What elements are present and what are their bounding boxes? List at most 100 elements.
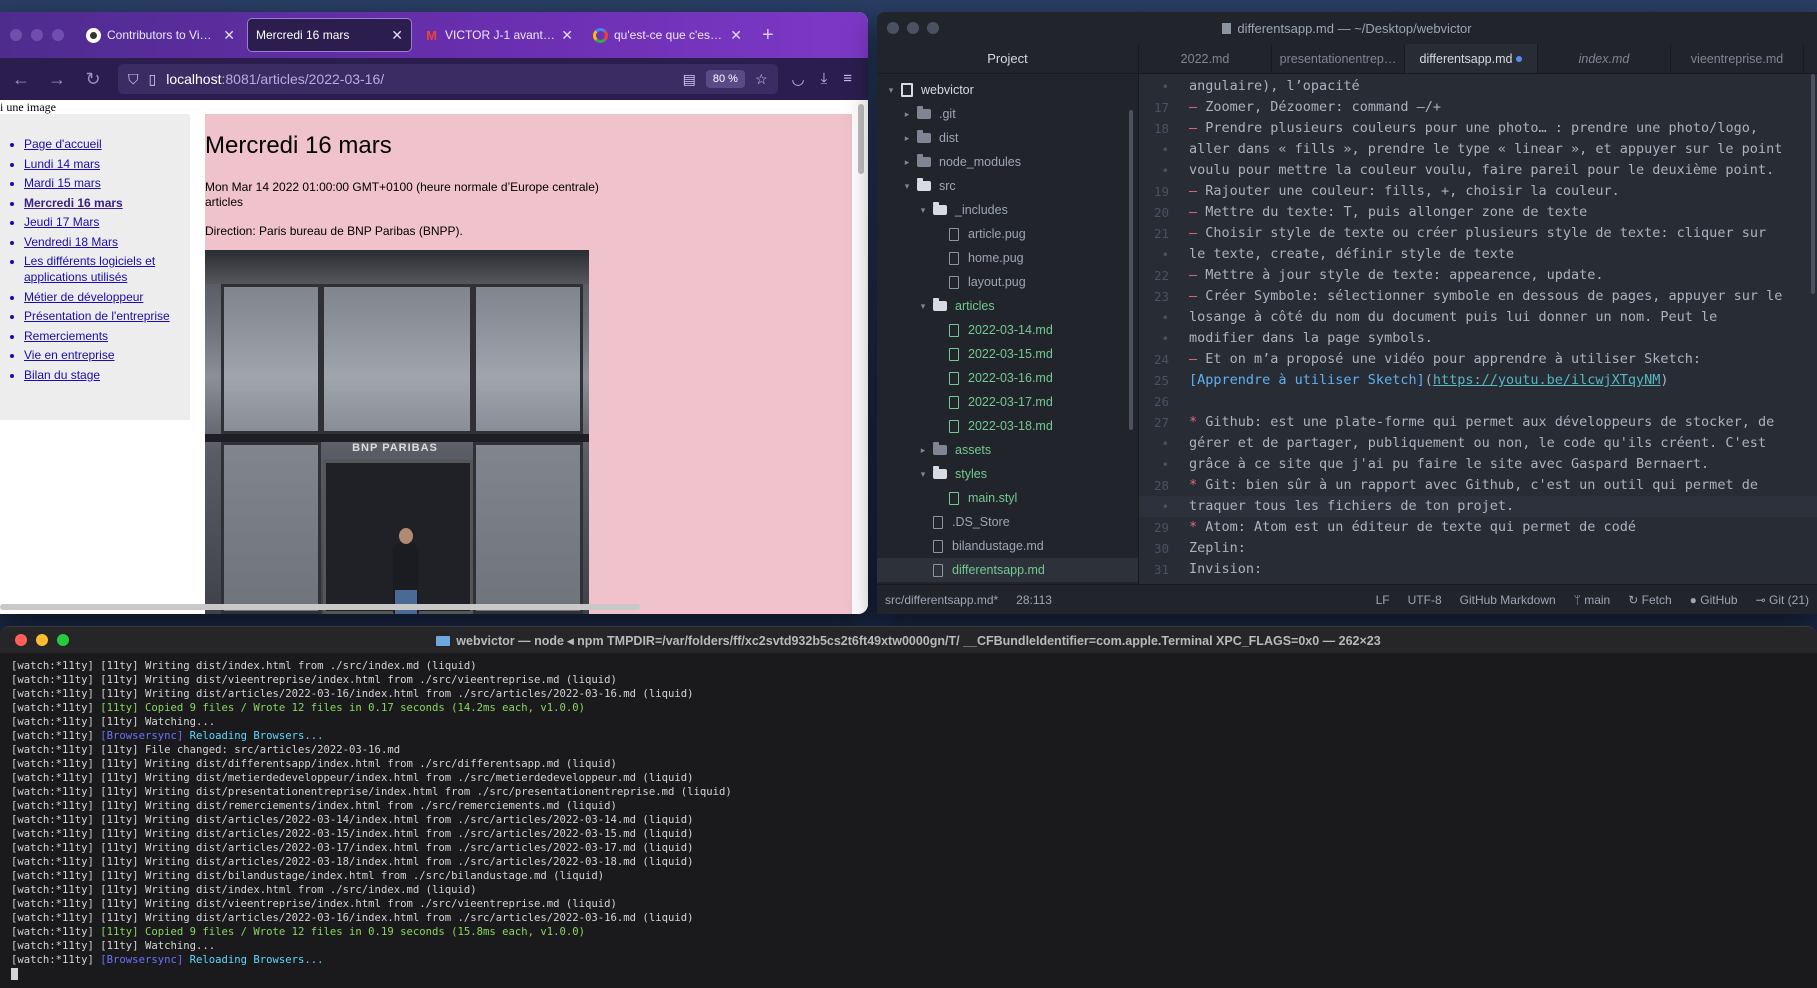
nav-link[interactable]: Présentation de l'entreprise: [24, 309, 170, 323]
chevron-down-icon[interactable]: ▾: [901, 181, 913, 192]
vertical-scrollbar[interactable]: [858, 104, 864, 174]
tree-file[interactable]: bilandustage.md: [877, 534, 1138, 558]
close-tab-icon[interactable]: ✕: [730, 27, 742, 44]
chevron-down-icon[interactable]: ▾: [917, 301, 929, 312]
forward-arrow-icon[interactable]: →: [46, 69, 68, 90]
downloads-icon[interactable]: ⤓: [821, 70, 828, 88]
editor-tab[interactable]: index.md: [1538, 44, 1671, 73]
chevron-right-icon[interactable]: ▸: [901, 157, 913, 168]
chevron-down-icon[interactable]: ▾: [885, 85, 897, 96]
tree-folder[interactable]: ▾ src: [877, 174, 1138, 198]
editor-tab[interactable]: vieentreprise.md: [1671, 44, 1804, 73]
code-editor[interactable]: • angulaire), l’opacité 17 – Zoomer, Dézoom…: [1139, 74, 1817, 584]
fetch-button[interactable]: ↻ Fetch: [1628, 593, 1671, 607]
zoom-window-button[interactable]: [52, 29, 64, 41]
terminal-line: [watch:*11ty] [11ty] Copied 9 files / Wr…: [11, 925, 1817, 939]
browser-tab[interactable]: Mercredi 16 mars ✕: [247, 18, 412, 52]
menu-icon[interactable]: ≡: [843, 70, 852, 88]
tree-file[interactable]: main.styl: [877, 486, 1138, 510]
nav-link[interactable]: Métier de développeur: [24, 290, 143, 304]
chevron-right-icon[interactable]: ▸: [917, 445, 929, 456]
address-bar[interactable]: ⛉ ▯ localhost:8081/articles/2022-03-16/ …: [118, 64, 778, 94]
tree-file[interactable]: layout.pug: [877, 270, 1138, 294]
bookmark-star-icon[interactable]: ☆: [755, 71, 768, 88]
file-encoding[interactable]: UTF-8: [1408, 593, 1442, 607]
nav-link[interactable]: Vie en entreprise: [24, 348, 115, 362]
horizontal-scrollbar[interactable]: [0, 604, 640, 610]
link-url[interactable]: https://youtu.be/ilcwjXTqyNM: [1433, 372, 1661, 388]
browser-tab[interactable]: Contributors to Vicos ✕: [78, 18, 243, 52]
tree-file[interactable]: 2022-03-18.md: [877, 414, 1138, 438]
nav-link[interactable]: Les différents logiciels et applications…: [24, 254, 155, 284]
git-branch[interactable]: ᛘ main: [1574, 593, 1611, 607]
tree-folder[interactable]: ▸ node_modules: [877, 150, 1138, 174]
tree-folder[interactable]: ▾ styles: [877, 462, 1138, 486]
chevron-down-icon[interactable]: ▾: [917, 205, 929, 216]
line-tag: [11ty]: [100, 688, 145, 700]
line-ending[interactable]: LF: [1376, 593, 1390, 607]
tree-file[interactable]: differentsapp.md: [877, 558, 1138, 582]
new-tab-icon[interactable]: +: [750, 24, 786, 47]
nav-link[interactable]: Mercredi 16 mars: [24, 196, 123, 210]
tree-file[interactable]: .DS_Store: [877, 510, 1138, 534]
minimize-window-button[interactable]: [907, 22, 919, 34]
close-window-button[interactable]: [10, 29, 22, 41]
url-text[interactable]: localhost:8081/articles/2022-03-16/: [166, 71, 384, 87]
git-panel-button[interactable]: ⊸ Git (21): [1756, 593, 1809, 607]
nav-link[interactable]: Remerciements: [24, 329, 108, 343]
tree-file[interactable]: 2022-03-15.md: [877, 342, 1138, 366]
close-window-button[interactable]: [15, 634, 27, 646]
code-text: gérer et de partager, publiquement ou no…: [1189, 435, 1767, 451]
tree-file[interactable]: article.pug: [877, 222, 1138, 246]
tree-folder[interactable]: ▾ _includes: [877, 198, 1138, 222]
zoom-window-button[interactable]: [57, 634, 69, 646]
nav-link[interactable]: Bilan du stage: [24, 368, 100, 382]
tree-file[interactable]: 2022-03-17.md: [877, 390, 1138, 414]
tree-file[interactable]: 2022-03-14.md: [877, 318, 1138, 342]
chevron-right-icon[interactable]: ▸: [901, 109, 913, 120]
nav-link[interactable]: Vendredi 18 Mars: [24, 235, 118, 249]
close-tab-icon[interactable]: ✕: [223, 27, 235, 44]
grammar-selector[interactable]: GitHub Markdown: [1460, 593, 1556, 607]
tree-folder[interactable]: ▾ articles: [877, 294, 1138, 318]
cursor-position[interactable]: 28:113: [1016, 593, 1052, 607]
tree-folder[interactable]: ▸ .git: [877, 102, 1138, 126]
minimize-window-button[interactable]: [31, 29, 43, 41]
tree-file[interactable]: home.pug: [877, 246, 1138, 270]
line-prefix: [watch:*11ty]: [11, 744, 101, 756]
pocket-icon[interactable]: ◡: [792, 70, 805, 88]
editor-tab[interactable]: differentsapp.md: [1405, 44, 1538, 73]
nav-link[interactable]: Jeudi 17 Mars: [24, 215, 99, 229]
browser-tab[interactable]: M VICTOR J-1 avant vot ✕: [416, 18, 581, 52]
minimize-window-button[interactable]: [36, 634, 48, 646]
zoom-window-button[interactable]: [927, 22, 939, 34]
tree-folder[interactable]: ▾ webvictor: [877, 78, 1138, 102]
tree-folder[interactable]: ▸ assets: [877, 438, 1138, 462]
chevron-down-icon[interactable]: ▾: [917, 469, 929, 480]
tree-folder[interactable]: ▸ dist: [877, 126, 1138, 150]
tree-file[interactable]: 2022-03-16.md: [877, 366, 1138, 390]
browser-tab[interactable]: qu'est-ce que c'est G ✕: [585, 18, 750, 52]
code-scrollbar[interactable]: [1811, 74, 1815, 294]
reader-view-icon[interactable]: ▤: [683, 71, 696, 88]
file-path[interactable]: src/differentsapp.md*: [885, 593, 998, 607]
terminal-prompt[interactable]: [11, 967, 1817, 981]
code-text: modifier dans la page symbols.: [1189, 330, 1433, 346]
nav-link[interactable]: Lundi 14 mars: [24, 157, 100, 171]
back-arrow-icon[interactable]: ←: [10, 69, 32, 90]
tree-scrollbar[interactable]: [1129, 110, 1133, 430]
chevron-right-icon[interactable]: ▸: [901, 133, 913, 144]
nav-link[interactable]: Page d'accueil: [24, 137, 102, 151]
editor-tab[interactable]: presentationentrep…: [1272, 44, 1405, 73]
nav-link[interactable]: Mardi 15 mars: [24, 176, 101, 190]
editor-tab[interactable]: 2022.md: [1139, 44, 1272, 73]
shield-icon[interactable]: ⛉: [128, 71, 139, 88]
close-tab-icon[interactable]: ✕: [561, 27, 573, 44]
line-number: 22: [1153, 268, 1169, 283]
close-tab-icon[interactable]: ✕: [391, 27, 403, 44]
github-panel-button[interactable]: ● GitHub: [1690, 593, 1738, 607]
zoom-level-badge[interactable]: 80 %: [705, 70, 745, 88]
close-window-button[interactable]: [887, 22, 899, 34]
reload-icon[interactable]: ↻: [82, 69, 104, 90]
terminal-output[interactable]: [watch:*11ty] [11ty] Writing dist/index.…: [0, 653, 1817, 981]
